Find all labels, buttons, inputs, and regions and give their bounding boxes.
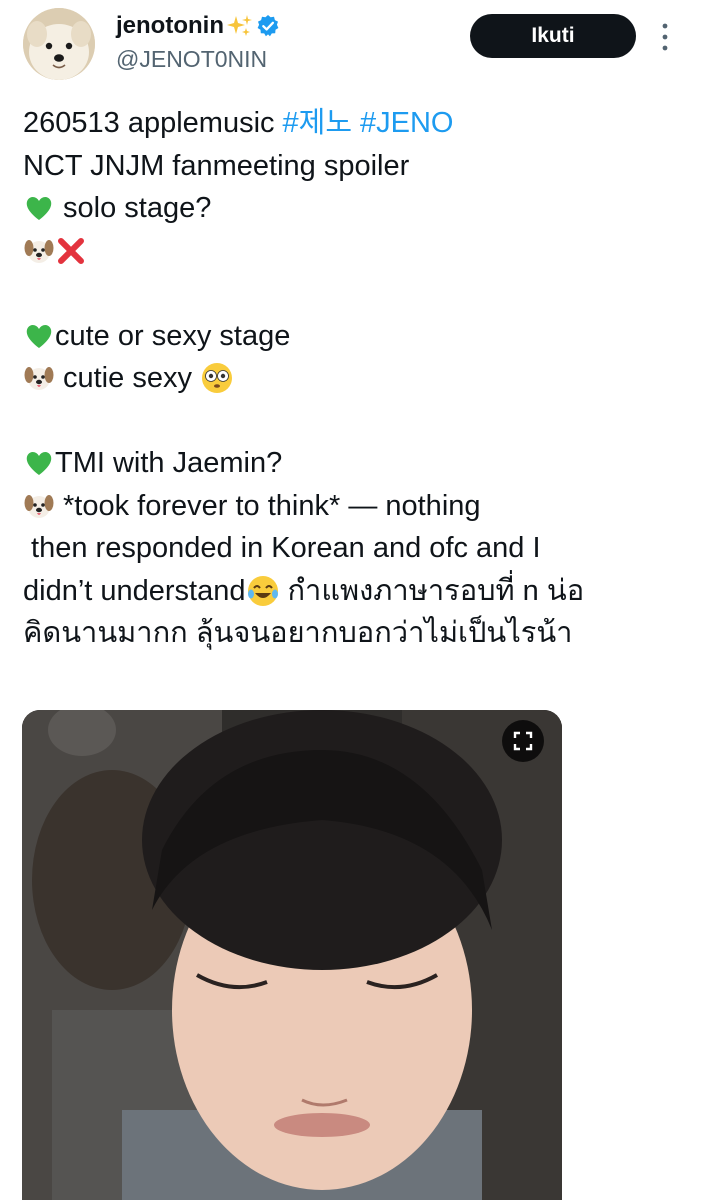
sparkles-icon [226,15,252,36]
avatar-dog-image [23,8,95,80]
user-handle[interactable]: @JENOT0NIN [116,46,267,73]
tweet-line-8: TMI with Jaemin? [23,442,688,485]
display-name[interactable]: jenotonin [116,12,224,40]
tweet-text: 260513 applemusic #제노 #JENO NCT JNJM fan… [23,102,688,655]
display-name-row[interactable]: jenotonin [116,12,280,40]
expand-icon[interactable] [502,720,544,762]
cross-mark-icon [58,237,84,264]
flushed-face-icon [201,363,232,394]
more-vertical-icon[interactable] [655,20,675,54]
tweet-line-2: NCT JNJM fanmeeting spoiler [23,145,688,188]
verified-badge-icon [257,15,279,37]
tweet-line-text: คิดนานมากก ลุ้นจนอยากบอกว่าไม่เป็นไรน้า [23,617,573,649]
dog-face-icon [24,494,54,518]
tweet-line-4 [23,230,688,273]
tweet-line-text: NCT JNJM fanmeeting spoiler [23,149,410,182]
tweet-line-12: คิดนานมากก ลุ้นจนอยากบอกว่าไม่เป็นไรน้า [23,612,688,655]
tweet-line-9: *took forever to think* — nothing [23,485,688,528]
tweet-line-text: 260513 applemusic [23,107,275,139]
tweet-line-text: TMI with Jaemin? [55,447,283,479]
green-heart-icon [26,452,52,476]
dog-face-icon [24,239,54,263]
tweet-line-11: didn’t understand กำแพงภาษารอบที่ n น่อ [23,570,688,613]
tweet-line-text: cutie sexy [63,362,192,394]
dog-face-icon [24,367,54,391]
green-heart-icon [26,324,52,348]
hashtag-link[interactable]: #제노 [283,102,353,145]
photo-content [22,710,562,1200]
tweet-line-5: cute or sexy stage [23,315,688,358]
tweet-line-text: solo stage? [63,192,212,224]
green-heart-icon [26,197,52,221]
tweet-header: jenotonin @JENOT0NIN Ikuti [0,0,702,90]
tweet-line-text: cute or sexy stage [55,319,291,352]
tweet-media-image[interactable] [22,710,562,1200]
tweet-line-text: didn’t understand [23,574,246,607]
tears-of-joy-icon [247,575,278,606]
tweet-line-text: then responded in Korean and ofc and I [23,532,541,564]
tweet-line-1: 260513 applemusic #제노 #JENO [23,102,688,145]
tweet-line-text: กำแพงภาษารอบที่ n น่อ [287,574,585,607]
hashtag-link[interactable]: #JENO [360,102,453,145]
tweet-line-3: solo stage? [23,187,688,230]
tweet-line-10: then responded in Korean and ofc and I [23,527,688,570]
tweet-line-6: cutie sexy [23,357,688,400]
avatar[interactable] [23,8,95,80]
follow-button[interactable]: Ikuti [470,14,636,58]
tweet-line-text: *took forever to think* — nothing [63,489,481,522]
